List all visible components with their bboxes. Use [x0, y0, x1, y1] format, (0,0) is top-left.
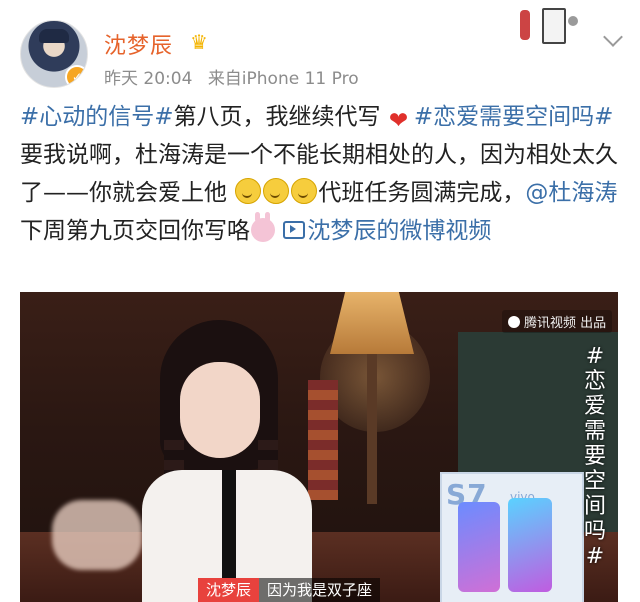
- post-text-segment: 代班任务圆满完成，: [318, 180, 526, 206]
- face-shape: [180, 362, 260, 458]
- mention-link[interactable]: @杜海涛: [525, 180, 617, 206]
- lamp-post: [367, 354, 377, 504]
- post-source: 来自iPhone 11 Pro: [207, 69, 359, 89]
- hand-shape: [52, 500, 142, 570]
- caption-name: 沈梦辰: [198, 578, 260, 602]
- video-link[interactable]: 沈梦辰的微博视频: [283, 218, 491, 244]
- video-icon: [283, 221, 306, 239]
- dot-shape: [568, 16, 578, 26]
- heart-icon: ❤: [388, 108, 409, 134]
- tie-shape: [222, 470, 236, 580]
- post-meta: 昨天 20:04 来自iPhone 11 Pro: [104, 64, 369, 89]
- tencent-video-icon: [508, 316, 520, 328]
- hashtag-link[interactable]: #心动的信号#: [20, 104, 174, 130]
- weibo-post: ✓ 沈梦辰 ♛ 昨天 20:04 来自iPhone 11 Pro #心动的信号#…: [0, 0, 640, 602]
- post-text-segment: 第八页，我继续代写: [173, 104, 381, 130]
- verified-badge-icon: ✓: [65, 65, 87, 87]
- phone-image: [508, 498, 552, 592]
- chevron-down-icon[interactable]: [603, 27, 623, 47]
- watermark-text: 腾讯视频 出品: [524, 316, 607, 331]
- post-text-segment: 下周第九页交回你写咯: [20, 218, 250, 244]
- hashtag-link[interactable]: #恋爱需要空间吗#: [414, 104, 614, 130]
- door-shape: [542, 8, 566, 44]
- decoration-icon: [520, 6, 580, 46]
- tencent-watermark: 腾讯视频 出品: [502, 310, 613, 333]
- hat-shape: [39, 29, 69, 43]
- post-time: 昨天 20:04: [104, 69, 193, 89]
- bunny-icon: [251, 212, 275, 242]
- smile-icon: [291, 178, 318, 204]
- smile-icon: [263, 178, 290, 204]
- video-link-label: 沈梦辰的微博视频: [307, 218, 492, 244]
- subtitle-bar: 沈梦辰 因为我是双子座: [198, 578, 381, 602]
- vertical-hashtag: #恋爱需要空间吗#: [583, 344, 606, 569]
- avatar[interactable]: ✓: [20, 20, 88, 88]
- post-text: #心动的信号#第八页，我继续代写 ❤ #恋爱需要空间吗#要我说啊，杜海涛是一个不能…: [20, 98, 624, 250]
- person-figure: [52, 320, 342, 602]
- lamp-shade: [330, 292, 414, 354]
- phone-image: [458, 502, 500, 592]
- figure-shape: [520, 10, 530, 40]
- caption-text: 因为我是双子座: [259, 578, 381, 602]
- smile-icon: [235, 178, 262, 204]
- username[interactable]: 沈梦辰: [104, 28, 173, 60]
- crown-icon: ♛: [190, 30, 208, 54]
- video-player[interactable]: S7 vivo 腾讯视频 出品 #恋爱需要空间吗# 沈梦辰 因为我是双子座: [20, 292, 618, 602]
